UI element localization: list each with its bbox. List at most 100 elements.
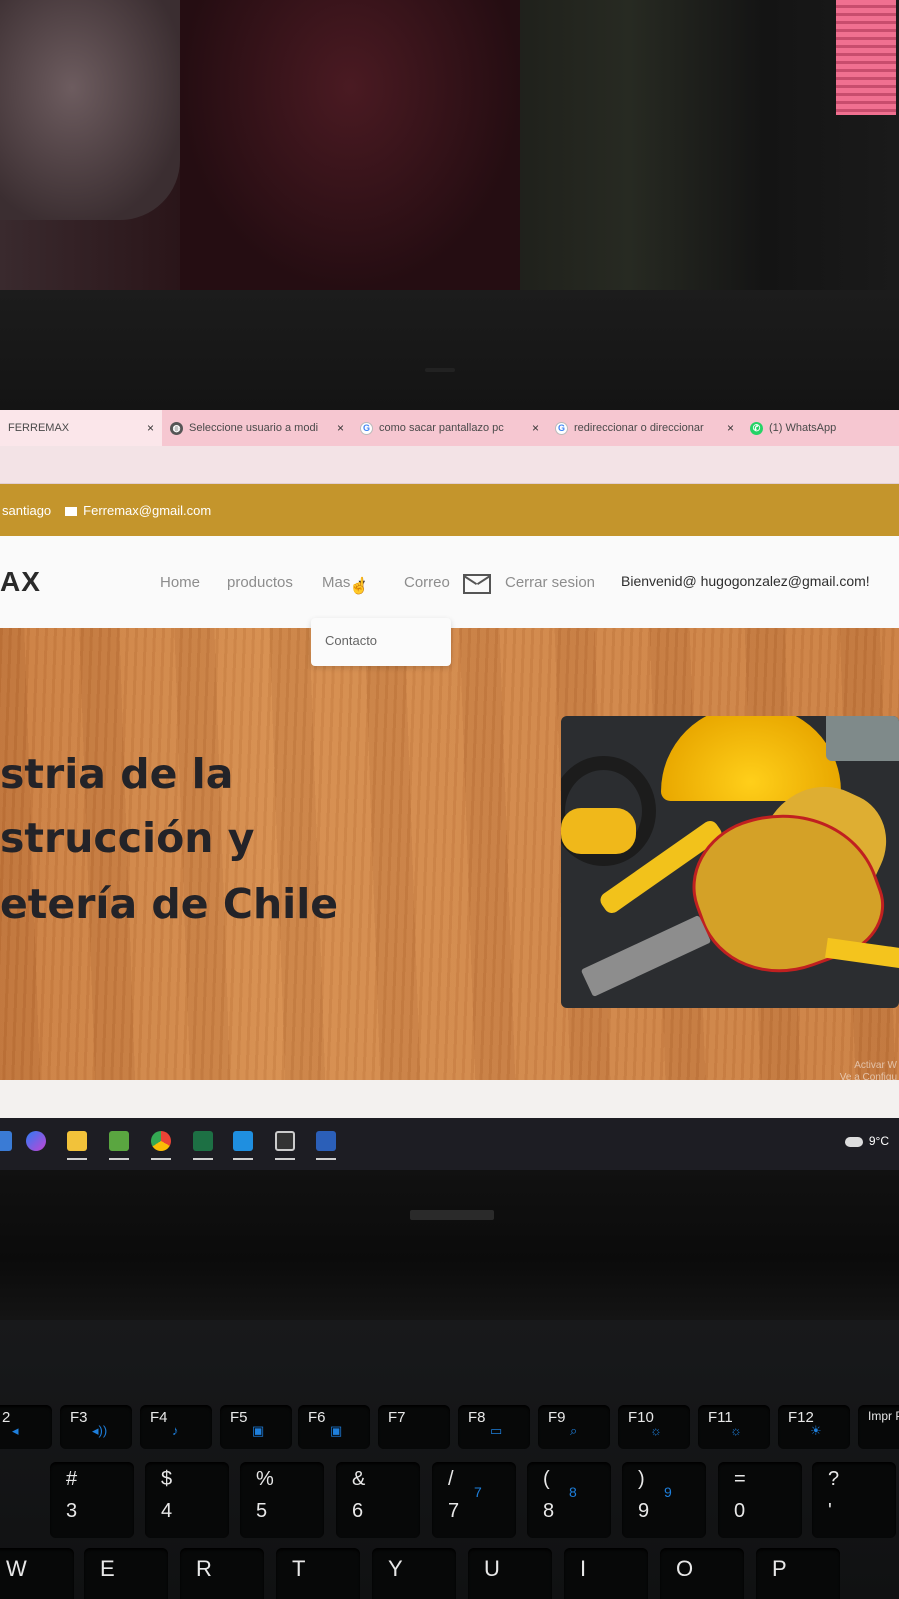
key-o[interactable]: O <box>660 1548 744 1599</box>
tab-title: redireccionar o direccionar <box>574 422 704 434</box>
key-0[interactable]: = 0 <box>718 1462 802 1538</box>
curtain <box>180 0 520 290</box>
key-f9[interactable]: F9 ⌕ <box>538 1405 610 1449</box>
key-f3[interactable]: F3 ◂)) <box>60 1405 132 1449</box>
key-f2[interactable]: 2 ◂ <box>0 1405 52 1449</box>
dropdown-item-contacto[interactable]: Contacto <box>325 633 377 648</box>
tab-title: FERREMAX <box>8 422 70 434</box>
key-8[interactable]: (8 8 <box>527 1462 611 1538</box>
key-f7[interactable]: F7 <box>378 1405 450 1449</box>
running-indicator <box>275 1158 295 1160</box>
tab-seleccione-usuario[interactable]: ◍ Seleccione usuario a modi × <box>162 410 352 446</box>
key-i[interactable]: I <box>564 1548 648 1599</box>
running-indicator <box>316 1158 336 1160</box>
close-icon[interactable]: × <box>727 421 734 435</box>
key-r[interactable]: R <box>180 1548 264 1599</box>
key-f11[interactable]: F11 ☼ <box>698 1405 770 1449</box>
key-f5[interactable]: F5 ▣ <box>220 1405 292 1449</box>
tab-pantallazo[interactable]: G como sacar pantallazo pc × <box>352 410 547 446</box>
envelope-icon[interactable] <box>463 574 491 594</box>
copilot-icon[interactable] <box>26 1131 46 1151</box>
key-apostrophe[interactable]: ? ' <box>812 1462 896 1538</box>
key-4[interactable]: $4 <box>145 1462 229 1538</box>
key-p[interactable]: P <box>756 1548 840 1599</box>
start-icon[interactable] <box>0 1131 12 1151</box>
key-shift-label: ( <box>543 1468 550 1490</box>
chrome-icon[interactable] <box>151 1131 171 1151</box>
key-3[interactable]: #3 <box>50 1462 134 1538</box>
key-f12[interactable]: F12 ☀ <box>778 1405 850 1449</box>
running-indicator <box>67 1158 87 1160</box>
key-y[interactable]: Y <box>372 1548 456 1599</box>
excel-icon[interactable] <box>193 1131 213 1151</box>
key-label: ' <box>828 1500 832 1522</box>
key-6[interactable]: & 6 <box>336 1462 420 1538</box>
close-icon[interactable]: × <box>337 421 344 435</box>
weather-widget[interactable]: 9°C <box>844 1134 889 1148</box>
key-9[interactable]: ) 9 9 <box>622 1462 706 1538</box>
key-label: F6 <box>308 1409 326 1426</box>
brand-logo[interactable]: AX <box>0 566 41 598</box>
nav-home[interactable]: Home <box>160 574 200 591</box>
google-icon: G <box>360 421 373 435</box>
key-label: 2 <box>2 1409 11 1426</box>
tab-title: Seleccione usuario a modi <box>189 422 319 434</box>
file-explorer-icon[interactable] <box>67 1131 87 1151</box>
key-numpad-label: 8 <box>569 1484 577 1500</box>
key-numpad-label: 9 <box>664 1484 672 1500</box>
key-w[interactable]: W <box>0 1548 74 1599</box>
tab-title: como sacar pantallazo pc <box>379 422 504 434</box>
toolbox-shape <box>826 716 899 761</box>
address-bar[interactable] <box>0 446 899 484</box>
backlight-icon: ☼ <box>650 1423 662 1438</box>
location-text: santiago <box>2 502 52 518</box>
key-e[interactable]: E <box>84 1548 168 1599</box>
running-indicator <box>193 1158 213 1160</box>
hero-heading-line: stria de la <box>0 750 234 798</box>
hero-section: stria de la strucción y etería de Chile <box>0 628 899 1080</box>
store-icon[interactable] <box>109 1131 129 1151</box>
key-f10[interactable]: F10 ☼ <box>618 1405 690 1449</box>
key-7[interactable]: / 7 7 <box>432 1462 516 1538</box>
volume-icon: ◂ <box>12 1423 19 1438</box>
mas-dropdown-menu: Contacto <box>311 618 451 666</box>
key-f6[interactable]: F6 ▣ <box>298 1405 370 1449</box>
laptop-screen: FERREMAX × ◍ Seleccione usuario a modi ×… <box>0 410 899 1170</box>
globe-icon: ◍ <box>170 421 183 435</box>
tab-title: (1) WhatsApp <box>769 422 837 434</box>
key-f4[interactable]: F4 ♪ <box>140 1405 212 1449</box>
close-icon[interactable]: × <box>532 421 539 435</box>
tab-ferremax[interactable]: FERREMAX × <box>0 410 162 446</box>
key-shift-label: / <box>448 1468 454 1490</box>
hero-heading-line: etería de Chile <box>0 880 339 928</box>
key-t[interactable]: T <box>276 1548 360 1599</box>
key-label: T <box>292 1556 306 1581</box>
terminal-icon[interactable] <box>275 1131 295 1151</box>
key-f8[interactable]: F8 ▭ <box>458 1405 530 1449</box>
key-label: I <box>580 1556 587 1581</box>
lock-icon: ▣ <box>330 1423 343 1438</box>
running-indicator <box>233 1158 253 1160</box>
key-u[interactable]: U <box>468 1548 552 1599</box>
key-label: U <box>484 1556 500 1581</box>
key-5[interactable]: % 5 <box>240 1462 324 1538</box>
email-contact: Ferremax@gmail.com <box>65 503 211 518</box>
nav-cerrar-sesion[interactable]: Cerrar sesion <box>505 574 595 591</box>
key-label: 4 <box>161 1500 173 1522</box>
key-label: R <box>196 1556 212 1581</box>
tab-whatsapp[interactable]: ✆ (1) WhatsApp <box>742 410 892 446</box>
watermark-line: Activar W <box>854 1060 897 1071</box>
email-text: Ferremax@gmail.com <box>83 502 212 518</box>
vscode-icon[interactable] <box>233 1131 253 1151</box>
search-icon: ⌕ <box>570 1423 578 1438</box>
key-shift-label: $ <box>161 1468 173 1490</box>
tab-redireccionar[interactable]: G redireccionar o direccionar × <box>547 410 742 446</box>
nav-correo[interactable]: Correo <box>404 574 450 591</box>
window-light <box>836 0 896 115</box>
brightness-down-icon: ☼ <box>730 1423 742 1438</box>
word-icon[interactable] <box>316 1131 336 1151</box>
nav-productos[interactable]: productos <box>227 574 293 591</box>
key-print-screen[interactable]: Impr P <box>858 1405 899 1449</box>
close-icon[interactable]: × <box>147 421 154 435</box>
display-icon: ▭ <box>490 1423 503 1438</box>
